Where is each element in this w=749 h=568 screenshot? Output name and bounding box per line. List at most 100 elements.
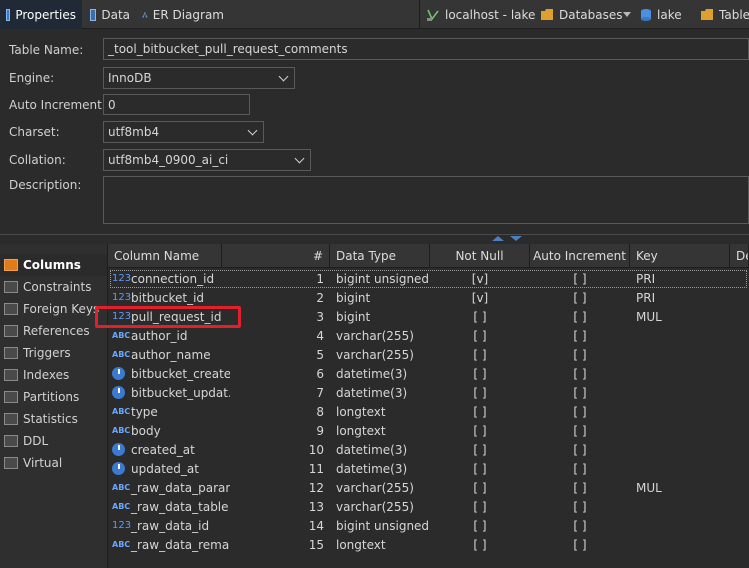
ordinal-cell: 12 — [308, 480, 324, 495]
engine-select[interactable]: InnoDB — [103, 67, 295, 89]
table-row[interactable]: created_at 10 datetime(3) [ ] [ ] — [108, 440, 749, 459]
tab-properties[interactable]: Properties — [0, 0, 82, 29]
table-row[interactable]: updated_at 11 datetime(3) [ ] [ ] — [108, 459, 749, 478]
collapse-arrows-icon[interactable] — [490, 235, 526, 243]
breadcrumb-databases-label: Databases — [559, 7, 623, 22]
tab-er-diagram[interactable]: ER Diagram — [136, 0, 230, 29]
breadcrumb-dropdown[interactable] — [623, 0, 631, 29]
header-column-name[interactable]: Column Name — [108, 244, 222, 268]
not-null-cell: [ ] — [473, 309, 487, 324]
collation-select[interactable]: utf8mb4_0900_ai_ci — [103, 149, 311, 171]
table-row[interactable]: bitbucket_create... 6 datetime(3) [ ] [ ] — [108, 364, 749, 383]
breadcrumb-tables[interactable]: Tables — [700, 0, 749, 29]
column-name-text: author_name — [131, 347, 211, 362]
ordinal-cell: 10 — [308, 442, 324, 457]
breadcrumb-databases[interactable]: Databases — [540, 0, 623, 29]
nav-item-virtual[interactable]: Virtual — [0, 452, 107, 474]
not-null-cell: [ ] — [473, 480, 487, 495]
nav-item-partitions[interactable]: Partitions — [0, 386, 107, 408]
data-type-cell: datetime(3) — [336, 366, 408, 381]
table-row[interactable]: ABC_raw_data_remark 15 longtext [ ] [ ] — [108, 535, 749, 554]
table-row[interactable]: ABC author_id 4 varchar(255) [ ] [ ] — [108, 326, 749, 345]
nav-item-ddl[interactable]: DDL — [0, 430, 107, 452]
nav-item-foreign-keys[interactable]: Foreign Keys — [0, 298, 107, 320]
header-description[interactable]: De — [730, 244, 749, 268]
partitions-icon — [4, 391, 18, 403]
nav-item-references[interactable]: References — [0, 320, 107, 342]
chevron-down-icon — [294, 153, 305, 163]
data-grid-icon — [90, 8, 97, 21]
key-cell: MUL — [636, 309, 662, 324]
table-row[interactable]: ABC body 9 longtext [ ] [ ] — [108, 421, 749, 440]
nav-item-label: Statistics — [23, 412, 78, 426]
column-name-cell: ABC_raw_data_params — [112, 478, 230, 497]
column-name-text: bitbucket_create... — [131, 366, 230, 381]
connection-icon — [427, 9, 439, 21]
description-textarea[interactable] — [103, 176, 749, 224]
table-properties-form: Table Name: _tool_bitbucket_pull_request… — [0, 30, 749, 234]
statistics-icon — [4, 413, 18, 425]
numeric-type-icon: 123 — [112, 520, 132, 531]
auto-increment-input[interactable]: 0 — [103, 94, 250, 115]
nav-item-statistics[interactable]: Statistics — [0, 408, 107, 430]
string-key-type-icon: ABC — [112, 483, 131, 492]
auto-increment-cell: [ ] — [573, 404, 587, 419]
nav-item-indexes[interactable]: Indexes — [0, 364, 107, 386]
virtual-icon — [4, 457, 18, 469]
ordinal-cell: 13 — [308, 499, 324, 514]
table-row[interactable]: 123 bitbucket_id 2 bigint [v] [ ] PRI — [108, 288, 749, 307]
data-type-cell: longtext — [336, 404, 386, 419]
key-cell — [630, 440, 730, 459]
ordinal-cell: 6 — [316, 366, 324, 381]
not-null-cell: [ ] — [473, 442, 487, 457]
ddl-icon — [4, 435, 18, 447]
key-cell: PRI — [636, 271, 656, 286]
columns-icon — [4, 259, 18, 271]
table-row[interactable]: ABC _raw_data_table 13 varchar(255) [ ] [ ] — [108, 497, 749, 516]
breadcrumb-database-label: lake — [657, 7, 682, 22]
table-name-label: Table Name: — [9, 43, 84, 57]
table-name-input[interactable]: _tool_bitbucket_pull_request_comments — [103, 38, 749, 60]
ordinal-cell: 9 — [316, 423, 324, 438]
not-null-cell: [ ] — [473, 461, 487, 476]
panel-splitter[interactable] — [0, 234, 749, 243]
table-row[interactable]: ABC_raw_data_params 12 varchar(255) [ ] [ ] M… — [108, 478, 749, 497]
header-not-null[interactable]: Not Null — [430, 244, 530, 268]
data-type-cell: varchar(255) — [336, 328, 414, 343]
not-null-cell: [ ] — [473, 537, 487, 552]
nav-item-label: Foreign Keys — [23, 302, 100, 316]
nav-item-label: DDL — [23, 434, 49, 448]
breadcrumb-connection[interactable]: localhost - lake — [426, 0, 535, 29]
auto-increment-cell: [ ] — [573, 499, 587, 514]
header-key[interactable]: Key — [630, 244, 730, 268]
key-cell — [630, 364, 730, 383]
table-row[interactable]: ABC type 8 longtext [ ] [ ] — [108, 402, 749, 421]
nav-item-label: Indexes — [23, 368, 70, 382]
properties-icon — [6, 8, 11, 21]
column-name-cell: bitbucket_updat... — [112, 383, 230, 402]
data-type-cell: longtext — [336, 423, 386, 438]
nav-item-constraints[interactable]: Constraints — [0, 276, 107, 298]
table-row[interactable]: 123 connection_id 1 bigint unsigned [v] [ ] PR… — [108, 269, 749, 288]
nav-item-label: Columns — [23, 258, 81, 272]
table-row[interactable]: bitbucket_updat... 7 datetime(3) [ ] [ ] — [108, 383, 749, 402]
table-row[interactable]: 123 _raw_data_id 14 bigint unsigned [ ] [ ] — [108, 516, 749, 535]
nav-item-columns[interactable]: Columns — [0, 254, 107, 276]
header-auto-increment[interactable]: Auto Increment — [530, 244, 630, 268]
tab-data[interactable]: Data — [84, 0, 136, 29]
auto-increment-cell: [ ] — [573, 423, 587, 438]
ordinal-cell: 8 — [316, 404, 324, 419]
table-row[interactable]: ABC author_name 5 varchar(255) [ ] [ ] — [108, 345, 749, 364]
charset-select[interactable]: utf8mb4 — [103, 121, 264, 143]
string-type-icon: ABC — [112, 331, 131, 340]
ordinal-cell: 1 — [316, 271, 324, 286]
charset-label: Charset: — [9, 125, 60, 139]
nav-item-label: Partitions — [23, 390, 80, 404]
nav-item-triggers[interactable]: Triggers — [0, 342, 107, 364]
breadcrumb-database[interactable]: lake — [640, 0, 682, 29]
header-ordinal[interactable]: # — [222, 244, 330, 268]
not-null-cell: [ ] — [473, 385, 487, 400]
column-name-text: body — [131, 423, 161, 438]
header-data-type[interactable]: Data Type — [330, 244, 430, 268]
chevron-down-icon — [623, 11, 631, 17]
